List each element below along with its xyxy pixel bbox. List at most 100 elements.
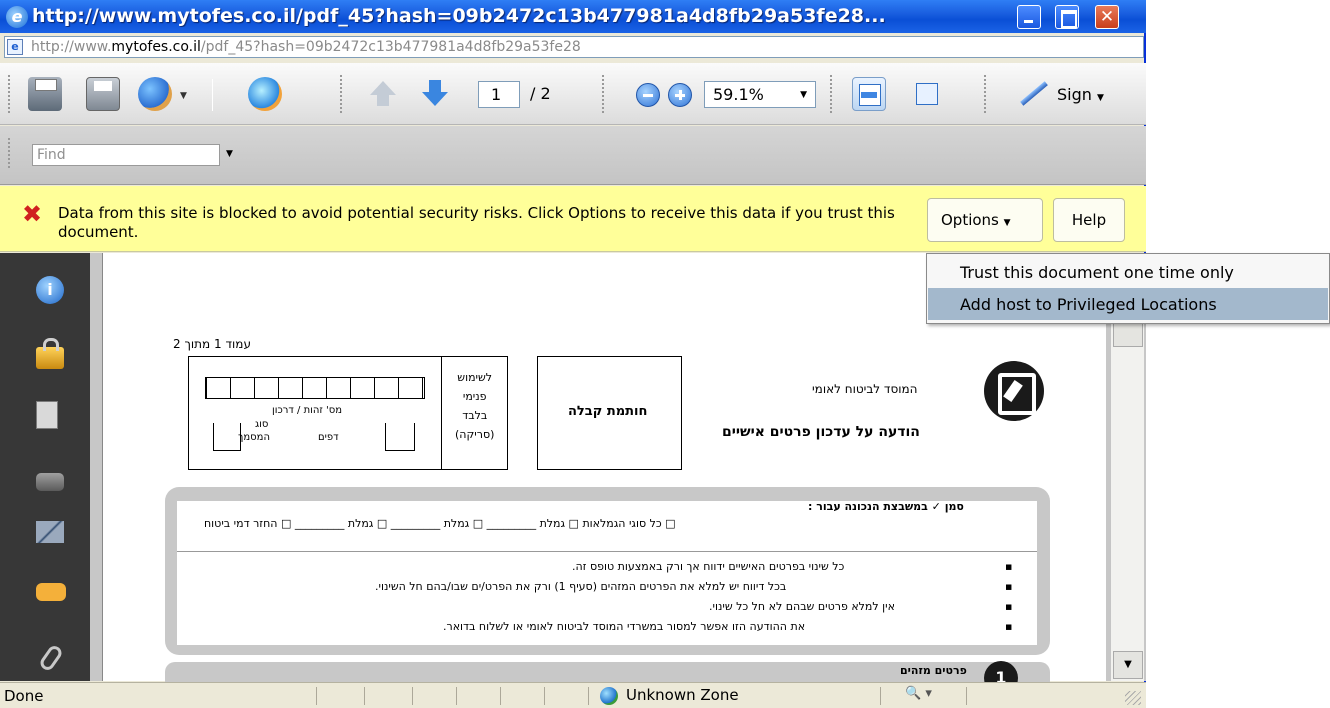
status-divider — [316, 687, 317, 705]
toolbar-grip[interactable] — [984, 75, 988, 113]
doc-type-label: סוג — [255, 419, 269, 430]
scroll-down-icon[interactable]: ▼ — [1113, 651, 1143, 679]
address-bar[interactable]: e http://www.mytofes.co.il/pdf_45?hash=0… — [4, 36, 1144, 58]
internal-use-line: (סריקה) — [455, 428, 495, 441]
bullet-dot: ▪ — [1005, 560, 1013, 573]
url-domain: mytofes.co.il — [111, 39, 201, 55]
benefit-checkboxes: □ כל סוגי הגמלאות □ גמלת _________ □ גמל… — [204, 517, 676, 530]
section-title: פרטים מזהים — [900, 664, 967, 677]
browser-window: e http://www.mytofes.co.il/pdf_45?hash=0… — [0, 0, 1146, 708]
bullet-dot: ▪ — [1005, 600, 1013, 613]
fit-page-icon[interactable] — [910, 77, 944, 111]
status-divider — [880, 687, 881, 705]
binoculars-icon[interactable] — [36, 473, 64, 491]
status-text: Done — [4, 687, 44, 705]
internal-use-line: פנימי — [462, 390, 487, 403]
pages-icon[interactable] — [36, 401, 58, 429]
title-bar[interactable]: e http://www.mytofes.co.il/pdf_45?hash=0… — [0, 0, 1146, 33]
sign-button[interactable]: Sign ▼ — [1057, 85, 1104, 104]
sign-pen-icon[interactable] — [1014, 77, 1048, 111]
toolbar-grip[interactable] — [602, 75, 606, 113]
mark-instruction: סמן ✓ במשבצת הנכונה עבור : — [808, 500, 964, 513]
page-icon: e — [7, 39, 23, 55]
bullet-1: כל שינוי בפרטים האישיים ידווח אך ורק באמ… — [572, 560, 845, 573]
next-page-icon[interactable] — [418, 77, 452, 111]
zoom-level-value: 59.1% — [713, 85, 764, 104]
bullet-dot: ▪ — [1005, 580, 1013, 593]
toolbar-grip[interactable] — [830, 75, 834, 113]
id-digits-field — [205, 377, 425, 399]
toolbar-grip[interactable] — [8, 75, 12, 113]
web-service-icon[interactable] — [248, 77, 282, 111]
collaborate-dropdown-icon[interactable]: ▼ — [180, 91, 187, 101]
zoom-level-select[interactable]: 59.1% ▼ — [704, 81, 816, 108]
signatures-icon[interactable] — [36, 521, 64, 543]
institute-name: המוסד לביטוח לאומי — [812, 382, 918, 396]
info-icon[interactable]: i — [36, 276, 64, 304]
minimize-button[interactable] — [1017, 5, 1041, 29]
national-insurance-logo-icon — [984, 361, 1044, 421]
close-button[interactable]: ✕ — [1095, 5, 1119, 29]
pdf-toolbar: ▼ 1 / 2 59.1% ▼ Sign ▼ — [0, 63, 1146, 125]
bullet-4: את ההודעה הזו אפשר למסור במשרדי המוסד לב… — [443, 620, 806, 633]
status-divider — [500, 687, 501, 705]
lock-icon[interactable] — [36, 338, 64, 369]
pages-field — [385, 423, 415, 451]
toolbar-separator — [212, 79, 213, 111]
menu-item-trust-once[interactable]: Trust this document one time only — [928, 256, 1328, 288]
comments-icon[interactable] — [36, 583, 66, 601]
print-icon[interactable] — [28, 77, 62, 111]
doc-type-field — [213, 423, 241, 451]
internet-explorer-icon: e — [6, 6, 28, 28]
zoom-in-icon[interactable] — [668, 83, 692, 107]
zoom-out-icon[interactable] — [636, 83, 660, 107]
navigation-sidebar: i — [0, 253, 90, 681]
sign-label: Sign — [1057, 85, 1092, 104]
bullet-3: אין למלא פרטים שבהם לא חל כל שינוי. — [709, 600, 895, 613]
collaborate-icon[interactable] — [138, 77, 172, 111]
bullet-2: בכל דיווח יש למלא את הפרטים המזהים (סעיף… — [375, 580, 787, 593]
menu-item-add-privileged-host[interactable]: Add host to Privileged Locations — [928, 288, 1328, 320]
blocked-x-icon: ✖ — [22, 200, 43, 228]
page-number-input[interactable]: 1 — [478, 81, 520, 108]
security-zone: Unknown Zone — [626, 686, 739, 704]
bullet-dot: ▪ — [1005, 620, 1013, 633]
maximize-button[interactable] — [1055, 5, 1079, 29]
toolbar-grip[interactable] — [340, 75, 344, 113]
previous-page-icon[interactable] — [366, 77, 400, 111]
status-divider — [364, 687, 365, 705]
status-divider — [456, 687, 457, 705]
address-url[interactable]: http://www.mytofes.co.il/pdf_45?hash=09b… — [31, 39, 581, 55]
status-divider — [966, 687, 967, 705]
window-title: http://www.mytofes.co.il/pdf_45?hash=09b… — [32, 5, 886, 27]
zoom-status-button[interactable]: 🔍 ▾ — [905, 686, 932, 701]
save-icon[interactable] — [86, 77, 120, 111]
id-label: מס' זהות / דרכון — [272, 405, 343, 416]
chevron-down-icon: ▼ — [800, 90, 807, 100]
globe-zone-icon — [600, 687, 618, 705]
resize-grip-icon[interactable] — [1125, 691, 1141, 705]
instructions-divider — [177, 551, 1037, 552]
security-message: Data from this site is blocked to avoid … — [58, 204, 895, 241]
page-total: / 2 — [530, 84, 551, 103]
paperclip-icon[interactable] — [37, 643, 65, 673]
options-menu: Trust this document one time only Add ho… — [926, 253, 1330, 324]
status-divider — [412, 687, 413, 705]
receipt-stamp-label: חותמת קבלה — [568, 404, 648, 419]
internal-use-line: לשימוש — [457, 371, 493, 384]
find-dropdown-icon[interactable]: ▼ — [226, 149, 233, 159]
find-toolbar: Find ▼ — [0, 126, 1146, 185]
help-button[interactable]: Help — [1053, 198, 1125, 242]
chevron-down-icon: ▼ — [1003, 218, 1011, 228]
form-title: הודעה על עדכון פרטים אישיים — [722, 424, 920, 440]
toolbar-grip[interactable] — [8, 138, 12, 168]
internal-use-line: בלבד — [462, 409, 488, 422]
status-divider — [588, 687, 589, 705]
options-button[interactable]: Options ▼ — [927, 198, 1043, 242]
fit-width-icon[interactable] — [852, 77, 886, 111]
find-input[interactable]: Find — [32, 144, 220, 166]
box-divider — [441, 357, 442, 469]
internal-use-label: לשימוש פנימי בלבד (סריקה) — [455, 368, 494, 444]
pages-label: דפים — [318, 432, 339, 443]
url-path: /pdf_45?hash=09b2472c13b477981a4d8fb29a5… — [200, 39, 581, 55]
